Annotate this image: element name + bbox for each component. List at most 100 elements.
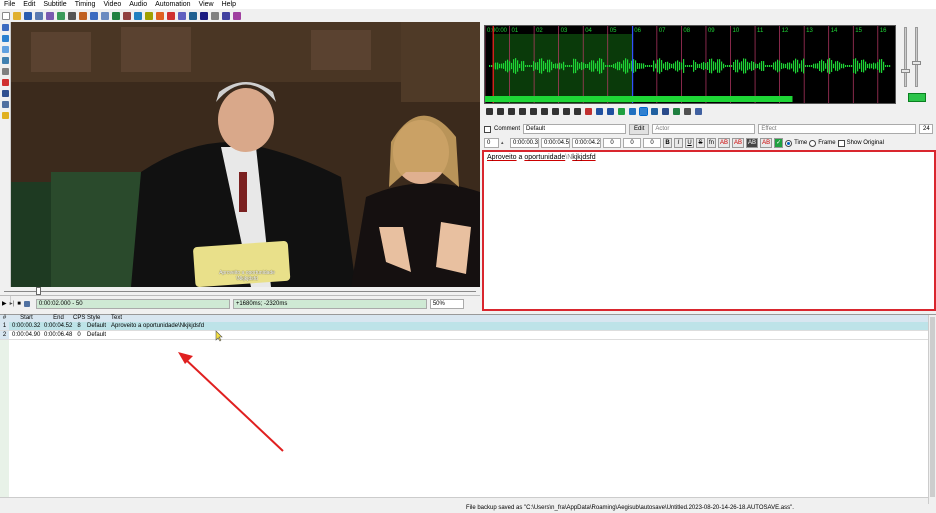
clip-icon[interactable] xyxy=(2,79,9,86)
play-before-icon[interactable] xyxy=(541,108,548,115)
menu-file[interactable]: File xyxy=(0,0,19,9)
save-icon[interactable] xyxy=(24,11,32,20)
grid-horizontal-scrollbar[interactable] xyxy=(0,497,928,504)
underline-button[interactable]: U xyxy=(685,138,694,148)
next-line-icon[interactable] xyxy=(497,108,504,115)
open-file-icon[interactable] xyxy=(13,11,21,20)
tool-icon[interactable] xyxy=(233,11,241,20)
subtitle-text-editor[interactable]: Aproveito a oportunidade\Nkjkjdsfd xyxy=(482,150,936,311)
menu-audio[interactable]: Audio xyxy=(125,0,151,9)
clock-icon[interactable] xyxy=(189,11,197,20)
menu-timing[interactable]: Timing xyxy=(71,0,100,9)
karaoke-icon[interactable] xyxy=(684,108,691,115)
help-icon[interactable] xyxy=(2,112,9,119)
open-audio-icon[interactable] xyxy=(79,11,87,20)
subtitle-grid[interactable]: # Start End CPS Style Text 1 0:00:00.32 … xyxy=(0,314,936,504)
rotate-z-icon[interactable] xyxy=(2,46,9,53)
time-radio[interactable] xyxy=(785,139,793,147)
font-size-field[interactable]: 24 xyxy=(919,124,934,134)
actor-field[interactable]: Actor xyxy=(652,124,756,134)
kanji-timer-icon[interactable] xyxy=(178,11,186,20)
jump-video-icon[interactable] xyxy=(57,11,65,20)
strikeout-button[interactable]: S xyxy=(696,138,705,148)
auto-next-icon[interactable] xyxy=(651,108,658,115)
close-video-icon[interactable] xyxy=(46,11,54,20)
play-after-icon[interactable] xyxy=(552,108,559,115)
grid-vertical-scrollbar[interactable] xyxy=(928,315,936,504)
menu-subtitle[interactable]: Subtitle xyxy=(39,0,70,9)
effect-field[interactable]: Effect xyxy=(758,124,917,134)
toggle-icon[interactable] xyxy=(2,101,9,108)
bold-button[interactable]: B xyxy=(663,138,672,148)
show-original-checkbox[interactable] xyxy=(837,139,845,147)
go-to-icon[interactable] xyxy=(629,108,636,115)
menu-help[interactable]: Help xyxy=(218,0,240,9)
seek-thumb[interactable] xyxy=(36,287,41,295)
open-video-icon[interactable] xyxy=(35,11,43,20)
outline-color-button[interactable]: AB xyxy=(746,138,759,148)
frame-radio[interactable] xyxy=(809,139,817,147)
font-button[interactable]: fn xyxy=(707,138,717,148)
shadow-color-button[interactable]: AB xyxy=(760,138,773,148)
options-icon[interactable] xyxy=(211,11,219,20)
play-line-audio-icon[interactable] xyxy=(519,108,526,115)
start-time-field[interactable]: 0:00:00.32 xyxy=(510,138,539,148)
table-row[interactable]: 2 0:00:04.90 0:00:06.48 0 Default xyxy=(0,331,928,340)
play-end-after-icon[interactable] xyxy=(574,108,581,115)
auto-scroll-icon[interactable] xyxy=(23,300,30,307)
commit-icon[interactable] xyxy=(618,108,625,115)
horizontal-zoom-slider[interactable] xyxy=(904,27,907,87)
video-seek-slider[interactable] xyxy=(0,287,480,296)
video-time-field[interactable]: 0:00:02.000 - 50 xyxy=(35,298,230,309)
lead-in-icon[interactable] xyxy=(596,108,603,115)
auto-scroll-audio-icon[interactable] xyxy=(662,108,669,115)
audio-waveform[interactable]: 0:00:00 01 02 03 04 05 06 07 08 09 10 11 12 13 14 15 16 xyxy=(484,25,896,104)
video-display[interactable]: Aproveito a oportunidade \Nkjkjdsfd xyxy=(11,22,480,287)
vector-clip-icon[interactable] xyxy=(2,90,9,97)
zoom-icon[interactable] xyxy=(68,11,76,20)
comment-checkbox[interactable] xyxy=(484,125,491,133)
lead-out-icon[interactable] xyxy=(607,108,614,115)
new-file-icon[interactable] xyxy=(2,11,10,20)
timing-post-icon[interactable] xyxy=(156,11,164,20)
scrollbar-thumb[interactable] xyxy=(930,317,935,497)
zoom-select[interactable]: 50% xyxy=(429,298,464,309)
menu-edit[interactable]: Edit xyxy=(19,0,39,9)
shift-times-icon[interactable] xyxy=(167,11,175,20)
translation-icon[interactable] xyxy=(200,11,208,20)
play-icon[interactable]: ▶ xyxy=(2,300,7,307)
duration-field[interactable]: 0:00:04.20 xyxy=(572,138,601,148)
play-to-end-icon[interactable] xyxy=(585,108,592,115)
layer-field[interactable]: 0 xyxy=(484,138,499,148)
layer-spin-icon[interactable]: ▴ xyxy=(501,140,508,146)
style-select[interactable]: Default xyxy=(523,124,627,134)
menu-video[interactable]: Video xyxy=(99,0,125,9)
volume-slider[interactable] xyxy=(915,27,918,87)
fonts-collector-icon[interactable] xyxy=(123,11,131,20)
stop-audio-icon[interactable] xyxy=(530,108,537,115)
play-line-icon[interactable]: ▸| xyxy=(10,300,15,307)
resample-icon[interactable] xyxy=(145,11,153,20)
styles-manager-icon[interactable] xyxy=(90,11,98,20)
spellcheck-icon[interactable] xyxy=(222,11,230,20)
spectrum-icon[interactable] xyxy=(673,108,680,115)
auto-commit-icon[interactable] xyxy=(639,107,648,116)
scale-icon[interactable] xyxy=(2,68,9,75)
margin-right-field[interactable]: 0 xyxy=(623,138,641,148)
stop-icon[interactable]: ■ xyxy=(17,301,21,307)
link-volume-toggle[interactable] xyxy=(908,93,926,102)
prev-line-icon[interactable] xyxy=(486,108,493,115)
play-end-before-icon[interactable] xyxy=(563,108,570,115)
edit-style-button[interactable]: Edit xyxy=(629,123,650,135)
menu-view[interactable]: View xyxy=(195,0,218,9)
editor-text[interactable]: Aproveito a oportunidade\Nkjkjdsfd xyxy=(487,154,596,161)
margin-left-field[interactable]: 0 xyxy=(603,138,621,148)
properties-icon[interactable] xyxy=(101,11,109,20)
primary-color-button[interactable]: AB xyxy=(718,138,731,148)
menu-automation[interactable]: Automation xyxy=(151,0,194,9)
drag-tool-icon[interactable] xyxy=(2,35,9,42)
audio-scrollbar[interactable] xyxy=(485,96,793,102)
commit-check-icon[interactable]: ✓ xyxy=(774,138,784,148)
rotate-xy-icon[interactable] xyxy=(2,57,9,64)
play-selection-icon[interactable] xyxy=(508,108,515,115)
